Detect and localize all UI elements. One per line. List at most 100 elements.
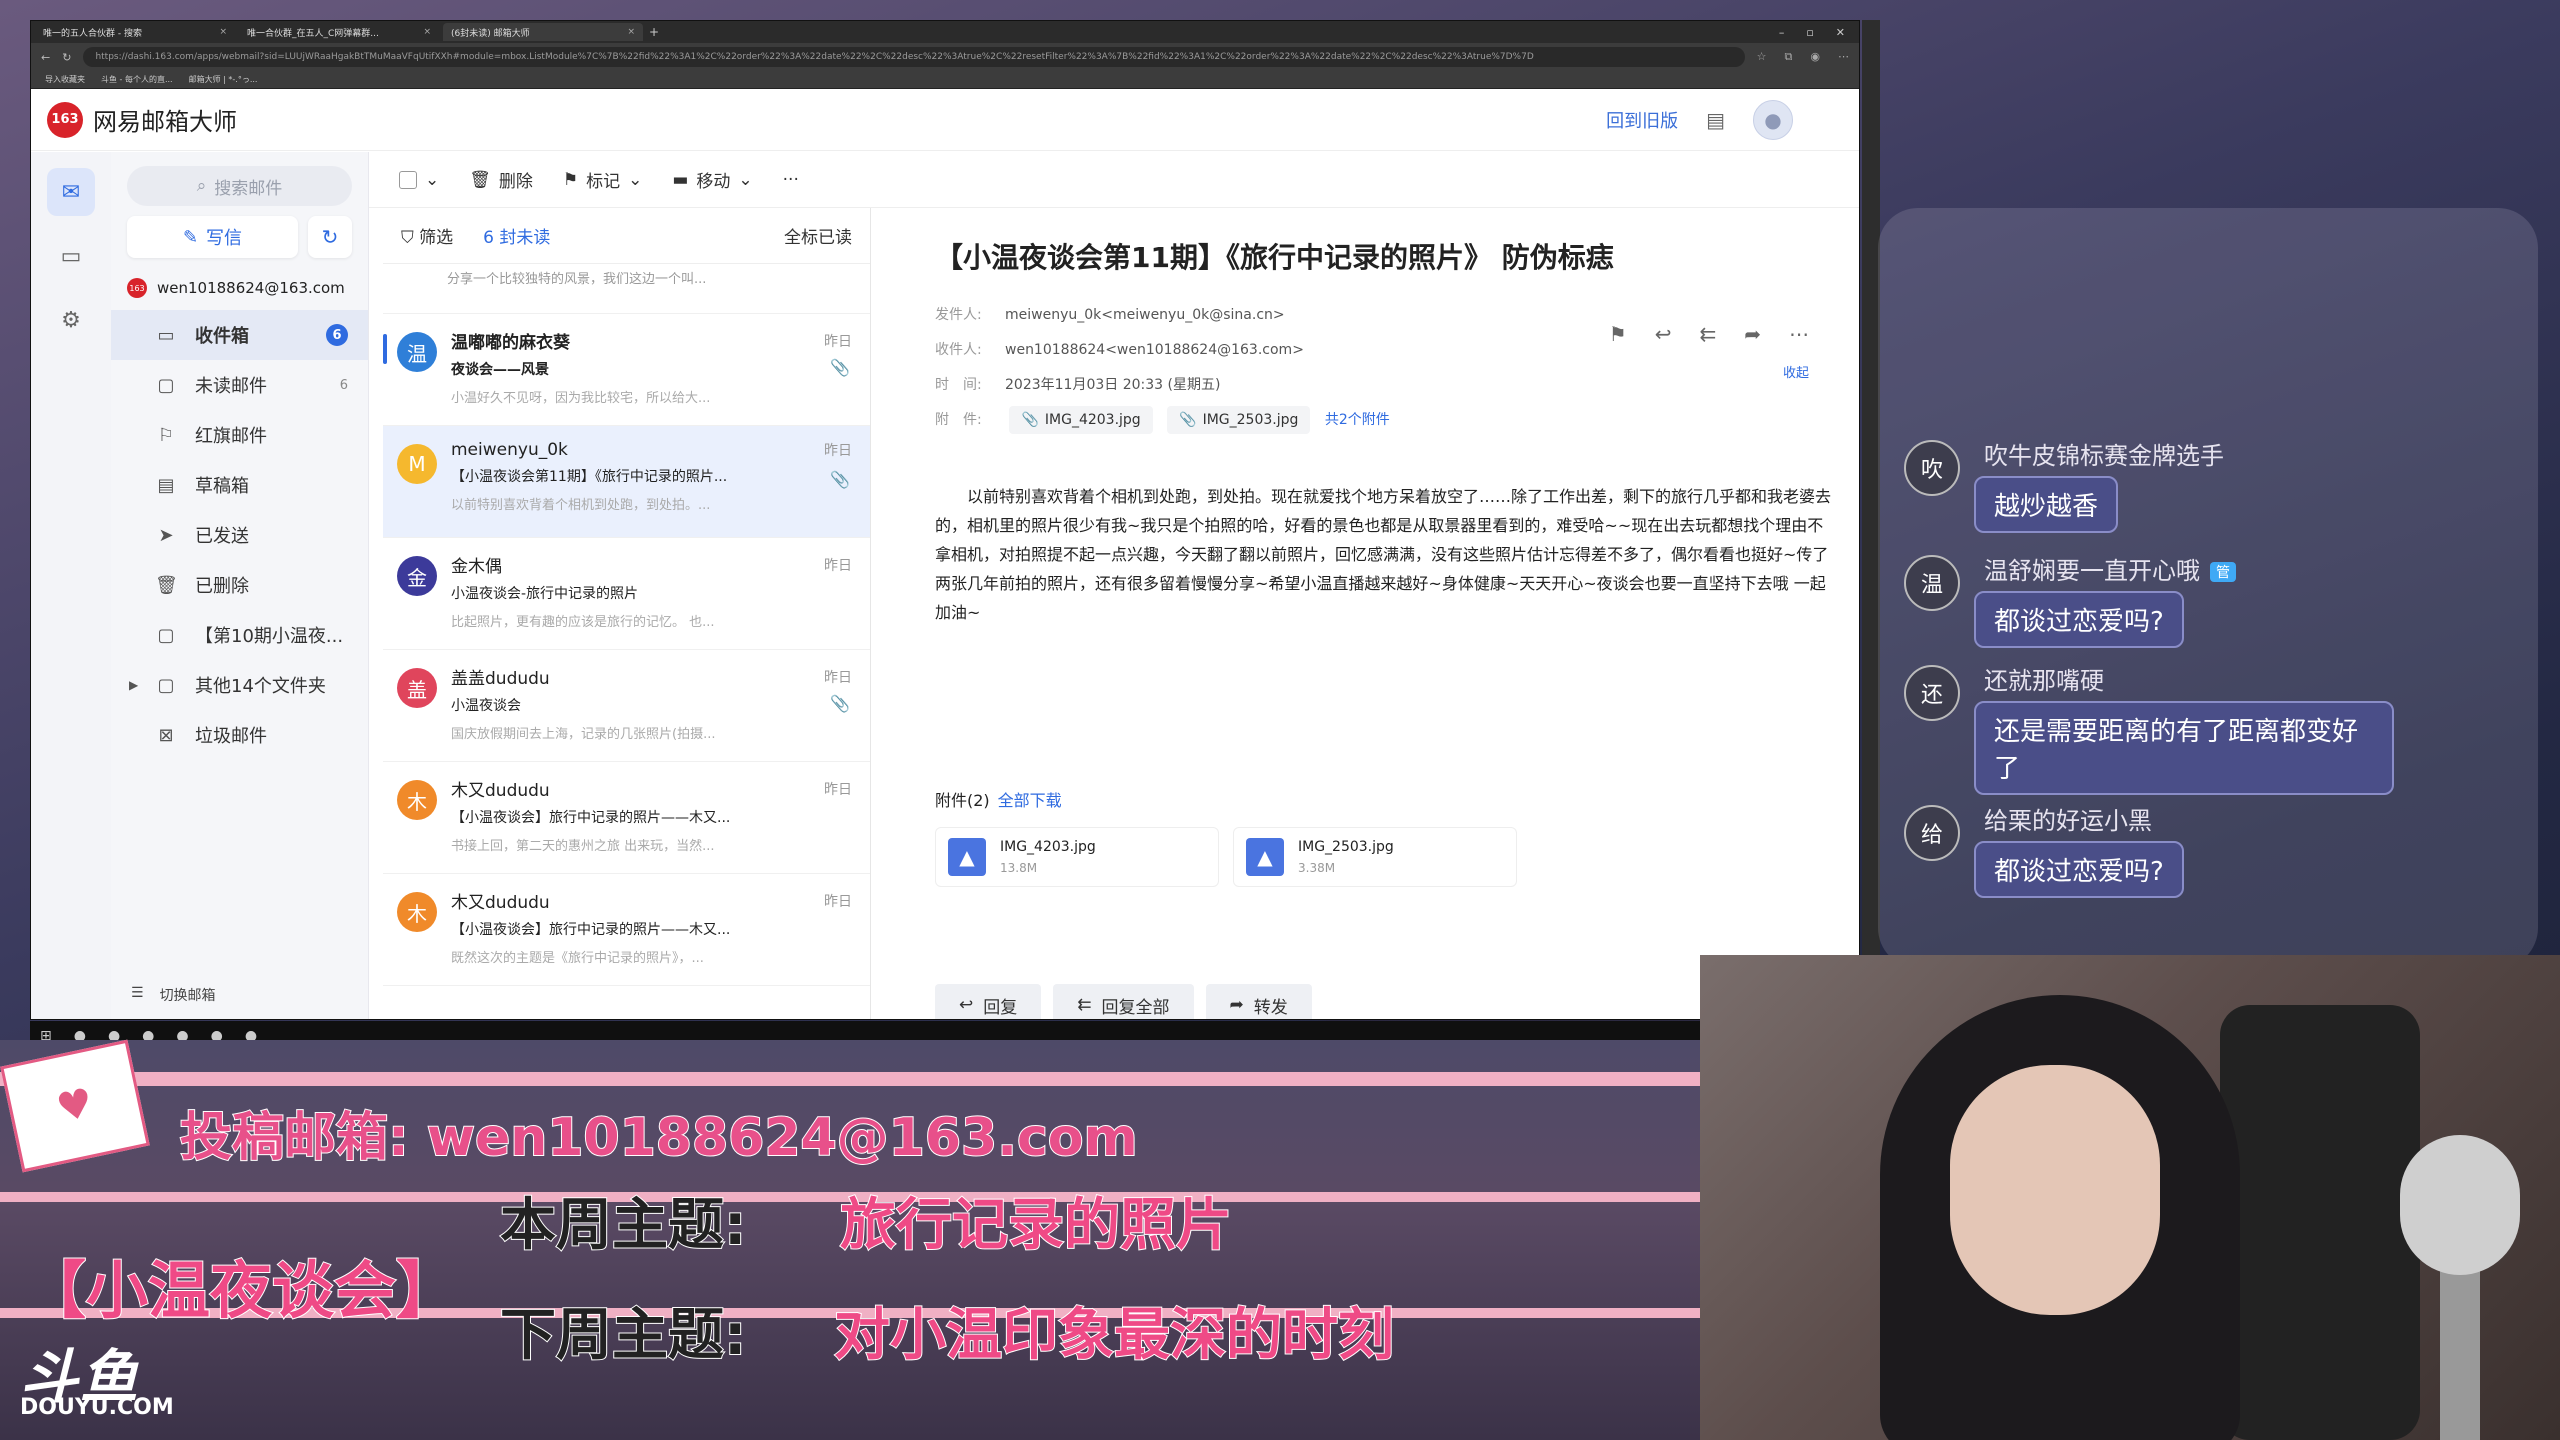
minimize-icon[interactable]: – [1779, 26, 1785, 39]
close-icon[interactable]: × [219, 27, 227, 37]
close-window-icon[interactable]: ✕ [1836, 26, 1845, 39]
extensions-icon[interactable]: ⧉ [1785, 50, 1793, 64]
reply-button[interactable]: ↩ 回复 [935, 984, 1042, 1019]
menu-icon[interactable]: ⋯ [1838, 50, 1849, 64]
settings-icon[interactable]: ⚙ [47, 296, 95, 344]
attachment-chip[interactable]: 📎 IMG_4203.jpg [1009, 406, 1153, 434]
close-icon[interactable]: × [423, 27, 431, 37]
mail-subject-line: 【小温夜谈会第11期】《旅行中记录的照片... [451, 469, 728, 485]
to-value[interactable]: wen10188624<wen10188624@163.com> [1005, 342, 1304, 358]
reply-icon[interactable]: ↩ [1655, 322, 1672, 346]
old-version-link[interactable]: 回到旧版 [1606, 107, 1678, 133]
draft-icon: ▤ [157, 474, 175, 496]
new-tab-icon[interactable]: + [649, 25, 659, 39]
reload-icon[interactable]: ↻ [62, 51, 71, 64]
mail-list-item[interactable]: 金金木偶 昨日 小温夜谈会-旅行中记录的照片 比起照片，更有趣的应该是旅行的记忆。 也… [383, 538, 870, 650]
delete-label: 删除 [498, 172, 533, 192]
to-label: 收件人: [935, 342, 982, 358]
filter-button[interactable]: ⛉ 筛选 [401, 223, 453, 248]
image-icon: ▲ [1246, 838, 1284, 876]
chat-avatar: 温 [1904, 555, 1960, 611]
reply-all-button[interactable]: ⇇ 回复全部 [1053, 984, 1194, 1019]
forward-icon[interactable]: ➦ [1744, 322, 1761, 346]
sender-name: 木又dududu [451, 893, 550, 913]
mail-list-item[interactable]: 盖盖盖dududu 昨日 小温夜谈会 国庆放假期间去上海，记录的几张照片(拍摄... 📎 [383, 650, 870, 762]
select-all-checkbox[interactable]: ⌄ [399, 170, 439, 190]
from-label: 发件人: [935, 307, 982, 323]
maximize-icon[interactable]: ▫ [1806, 26, 1813, 39]
mark-button[interactable]: ⚑ 标记 ⌄ [563, 167, 643, 193]
reply-all-icon[interactable]: ⇇ [1699, 322, 1716, 346]
sidebar-item-2[interactable]: ⚐ 红旗邮件 [111, 410, 368, 460]
mail-icon[interactable]: ✉ [47, 168, 95, 216]
list-item-partial[interactable]: 分享一个比较独特的风景，我们这边一个叫... [383, 264, 870, 314]
mail-list-item[interactable]: Mmeiwenyu_0k 昨日 【小温夜谈会第11期】《旅行中记录的照片... 以前特… [383, 426, 870, 538]
switch-label: 切换邮箱 [159, 988, 216, 1004]
paperclip-icon: 📎 [830, 694, 850, 713]
chat-username: 吹牛皮锦标赛金牌选手 [1984, 436, 2224, 471]
mail-subject-line: 小温夜谈会 [451, 698, 521, 714]
streamer-face [1950, 1065, 2160, 1315]
mail-time: 昨日 [824, 669, 852, 686]
search-input[interactable]: ⌕ 搜索邮件 [127, 166, 352, 206]
more-button[interactable]: ··· [783, 170, 799, 190]
refresh-button[interactable]: ↻ [308, 216, 352, 258]
unread-count[interactable]: 6 封未读 [483, 223, 550, 248]
sidebar-item-7[interactable]: ▶ ▢ 其他14个文件夹 [111, 660, 368, 710]
sender-name: meiwenyu_0k [451, 440, 568, 460]
sender-avatar: 木 [397, 892, 437, 932]
user-avatar[interactable]: ● [1753, 99, 1793, 140]
download-all-link[interactable]: 全部下载 [998, 791, 1062, 810]
more-icon[interactable]: ⋯ [1789, 322, 1809, 346]
switch-mailbox[interactable]: ☰ 切换邮箱 [131, 985, 216, 1005]
browser-tab[interactable]: 唯一的五人合伙群 - 搜索 × [35, 23, 235, 41]
compose-button[interactable]: ✎ 写信 [127, 216, 298, 258]
chip-name: IMG_4203.jpg [1044, 411, 1141, 428]
sidebar-item-6[interactable]: ▢ 【第10期小温夜... [111, 610, 368, 660]
move-button[interactable]: ▬ 移动 ⌄ [672, 167, 752, 193]
sidebar-item-1[interactable]: ▢ 未读邮件 6 [111, 360, 368, 410]
mail-snippet: 书接上回，第二天的惠州之旅 出来玩，当然... [451, 839, 715, 854]
bookmark-item[interactable]: 斗鱼 - 每个人的直... [101, 74, 173, 85]
reply-all-icon: ⇇ [1077, 995, 1092, 1015]
mail-list-item[interactable]: 木木又dududu 昨日 【小温夜谈会】旅行中记录的照片——木又... 既然这次的主题… [383, 874, 870, 986]
app-header: 163 网易邮箱大师 回到旧版 ▤ ● [31, 89, 1859, 151]
sidebar-item-0[interactable]: ▭ 收件箱 6 [111, 310, 368, 360]
attachment-size: 3.38M [1298, 861, 1336, 875]
attachment-chip[interactable]: 📎 IMG_2503.jpg [1167, 406, 1311, 434]
account-row[interactable]: 163 wen10188624@163.com [111, 278, 368, 298]
mail-list-item[interactable]: 温温嘟嘟的麻衣葵 昨日 夜谈会——风景 小温好久不见呀，因为我比较宅，所以给大... 📎 [383, 314, 870, 426]
back-icon[interactable]: ← [41, 51, 50, 64]
close-icon[interactable]: × [627, 27, 635, 37]
unread-indicator [383, 334, 387, 364]
star-icon[interactable]: ☆ [1757, 50, 1767, 64]
folder-icon: ▢ [157, 674, 175, 696]
bookmark-item[interactable]: 邮箱大师 | *-.°っ... [189, 74, 258, 85]
browser-tab[interactable]: 唯一合伙群_在五人_C网弹幕群... × [239, 23, 439, 41]
tab-label: 唯一合伙群_在五人_C网弹幕群... [247, 28, 379, 39]
attachment-card[interactable]: ▲ IMG_2503.jpg 3.38M [1233, 827, 1517, 887]
expand-arrow-icon[interactable]: ▶ [129, 678, 138, 692]
inbox-tray-icon[interactable]: ▭ [47, 232, 95, 280]
sidebar-item-5[interactable]: 🗑 已删除 [111, 560, 368, 610]
forward-button[interactable]: ➦ 转发 [1205, 984, 1312, 1019]
attachment-card[interactable]: ▲ IMG_4203.jpg 13.8M [935, 827, 1219, 887]
sidebar-item-4[interactable]: ➤ 已发送 [111, 510, 368, 560]
delete-button[interactable]: 🗑 删除 [469, 167, 533, 193]
sidebar-item-3[interactable]: ▤ 草稿箱 [111, 460, 368, 510]
flag-icon[interactable]: ⚑ [1609, 322, 1627, 346]
sidebar-item-8[interactable]: ⊠ 垃圾邮件 [111, 710, 368, 760]
browser-tab-active[interactable]: (6封未读) 邮箱大师 × [443, 23, 643, 41]
profile-icon[interactable]: ◉ [1810, 50, 1820, 64]
all-attachments-link[interactable]: 共2个附件 [1325, 412, 1390, 428]
from-value[interactable]: meiwenyu_0k<meiwenyu_0k@sina.cn> [1005, 307, 1285, 323]
url-field[interactable]: https://dashi.163.com/apps/webmail?sid=L… [83, 47, 1745, 67]
mail-list-item[interactable]: 木木又dududu 昨日 【小温夜谈会】旅行中记录的照片——木又... 书接上回，第二… [383, 762, 870, 874]
mark-all-read-button[interactable]: 全标已读 [784, 223, 852, 248]
notes-icon[interactable]: ▤ [1706, 108, 1725, 132]
filter-icon: ⛉ [401, 228, 414, 248]
reading-pane: 【小温夜谈会第11期】《旅行中记录的照片》 防伪标痣 ⚑ ↩ ⇇ ➦ ⋯ 收起 … [903, 208, 1859, 1019]
mail-meta: 发件人: meiwenyu_0k<meiwenyu_0k@sina.cn> 收件人… [935, 298, 1831, 438]
bookmark-item[interactable]: 导入收藏夹 [45, 74, 85, 85]
collapse-link[interactable]: 收起 [1783, 362, 1809, 381]
